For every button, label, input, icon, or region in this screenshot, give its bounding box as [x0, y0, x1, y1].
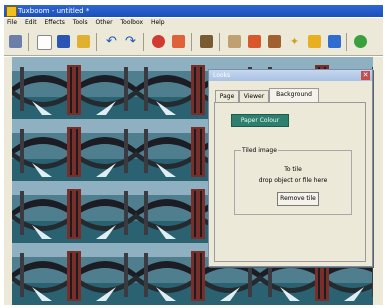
redo-icon[interactable]: ↷	[124, 35, 137, 48]
toolbar: ↶ ↷ ✦	[4, 27, 383, 56]
toolbar-separator	[346, 33, 347, 51]
looks-title-bar[interactable]: Looks ✕	[209, 70, 372, 81]
stamp-icon[interactable]	[248, 35, 261, 48]
tiled-image-label: Tiled image	[241, 146, 278, 155]
window-title: Tuxboom - untitled *	[18, 7, 90, 15]
menu-toolbox[interactable]: Toolbox	[121, 19, 144, 26]
open-folder-icon[interactable]	[77, 35, 90, 48]
sparkle-icon[interactable]: ✦	[288, 35, 301, 48]
text-icon[interactable]	[228, 35, 241, 48]
menu-bar: File Edit Effects Tools Other Toolbox He…	[4, 18, 383, 27]
tile-hint-line2: drop object or file here	[258, 177, 328, 184]
looks-dialog: Looks ✕ Page Viewer Background Paper Col…	[208, 69, 373, 267]
magic-wand-icon[interactable]	[268, 35, 281, 48]
left-edge	[4, 57, 12, 305]
close-icon[interactable]: ✕	[361, 71, 370, 80]
menu-file[interactable]: File	[7, 19, 17, 26]
looks-title: Looks	[213, 72, 231, 79]
right-edge	[373, 57, 383, 305]
background-tab-panel: Paper Colour Tiled image To tile drop ob…	[214, 102, 366, 262]
tab-background[interactable]: Background	[269, 88, 319, 103]
menu-tools[interactable]: Tools	[73, 19, 88, 26]
title-bar: Tuxboom - untitled *	[4, 5, 383, 17]
menu-other[interactable]: Other	[96, 19, 113, 26]
ladybug-icon[interactable]	[152, 35, 165, 48]
remove-tile-button[interactable]: Remove tile	[277, 192, 319, 206]
save-icon[interactable]	[57, 35, 70, 48]
toolbar-separator	[143, 33, 144, 51]
flag-icon[interactable]	[308, 35, 321, 48]
menu-edit[interactable]: Edit	[25, 19, 37, 26]
menu-effects[interactable]: Effects	[45, 19, 65, 26]
clapperboard-icon[interactable]	[200, 35, 213, 48]
paint-icon[interactable]	[172, 35, 185, 48]
go-icon[interactable]	[354, 35, 367, 48]
new-file-icon[interactable]	[37, 35, 52, 50]
app-icon	[6, 6, 17, 17]
toolbar-separator	[96, 33, 97, 51]
settings-icon[interactable]	[9, 35, 22, 48]
toolbar-separator	[219, 33, 220, 51]
toolbar-separator	[191, 33, 192, 51]
window-icon[interactable]	[328, 35, 341, 48]
menu-help[interactable]: Help	[151, 19, 165, 26]
tiled-image-group[interactable]: Tiled image To tile drop object or file …	[234, 146, 352, 215]
tile-hint-line1: To tile	[284, 166, 302, 173]
undo-icon[interactable]: ↶	[105, 35, 118, 48]
paper-colour-button[interactable]: Paper Colour	[231, 114, 289, 127]
toolbar-separator	[28, 33, 29, 51]
